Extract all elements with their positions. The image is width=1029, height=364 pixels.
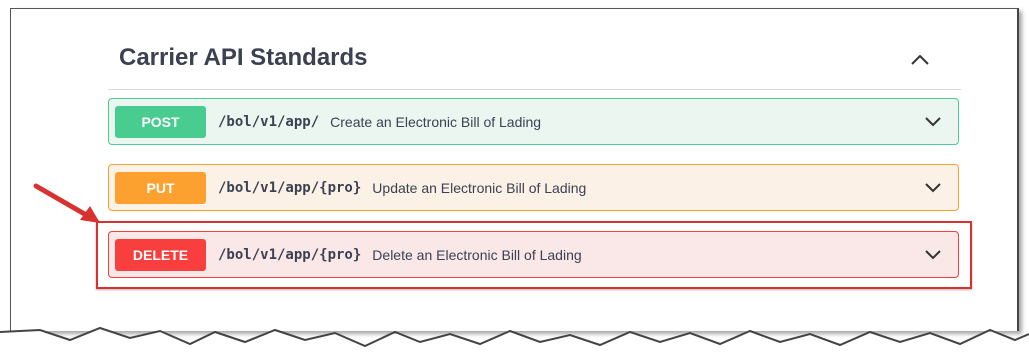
expand-operation-button[interactable] [922, 115, 944, 129]
operation-path: /bol/v1/app/ [218, 113, 320, 130]
red-arrow-icon [33, 183, 100, 223]
method-badge-put: PUT [115, 171, 206, 204]
chevron-down-icon [925, 183, 941, 193]
collapse-section-button[interactable] [906, 48, 934, 72]
section-divider [108, 89, 961, 90]
operation-summary: Create an Electronic Bill of Lading [330, 113, 542, 130]
operation-put[interactable]: PUT /bol/v1/app/{pro} Update an Electron… [108, 164, 959, 211]
section-title: Carrier API Standards [119, 44, 368, 71]
operation-path: /bol/v1/app/{pro} [218, 179, 362, 196]
expand-operation-button[interactable] [922, 181, 944, 195]
method-badge-post: POST [115, 105, 206, 138]
operation-summary: Update an Electronic Bill of Lading [372, 179, 587, 196]
highlight-box [96, 221, 972, 289]
torn-paper-edge [0, 326, 1029, 364]
operation-post[interactable]: POST /bol/v1/app/ Create an Electronic B… [108, 98, 959, 145]
chevron-down-icon [925, 117, 941, 127]
chevron-up-icon [911, 54, 929, 65]
